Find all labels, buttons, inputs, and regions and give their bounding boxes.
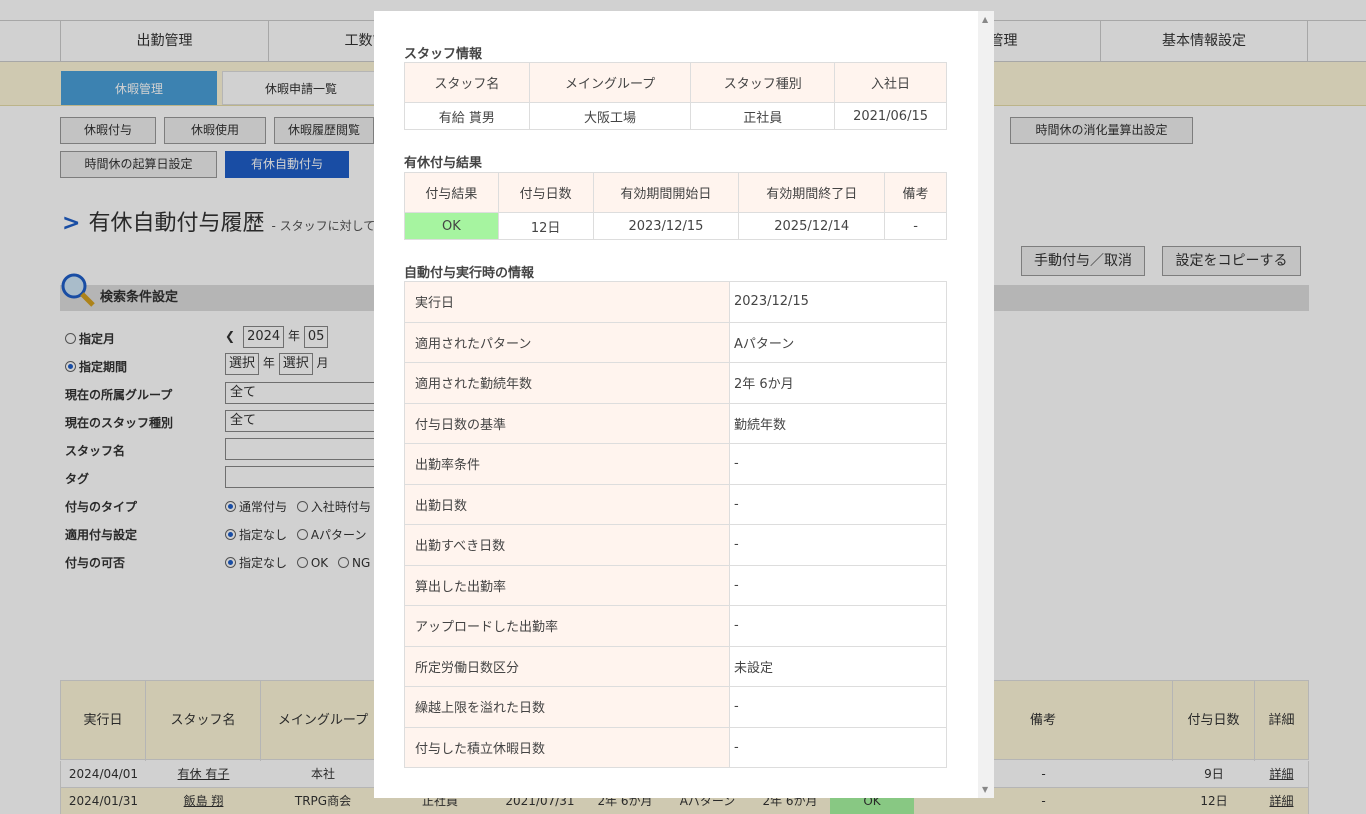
scroll-up-icon[interactable]: ▲ xyxy=(982,15,988,24)
info-key: 適用されたパターン xyxy=(404,321,730,363)
result-header-end: 有効期間終了日 xyxy=(738,172,886,213)
result-header-note: 備考 xyxy=(884,172,947,213)
info-value: 勤続年数 xyxy=(729,402,947,444)
info-value: - xyxy=(729,524,947,566)
info-value: - xyxy=(729,483,947,525)
info-key: アップロードした出勤率 xyxy=(404,605,730,647)
result-end: 2025/12/14 xyxy=(738,212,886,240)
exec-info-table: 実行日 2023/12/15 適用されたパターン Aパターン 適用された勤続年数 2年… xyxy=(404,281,947,768)
result-days: 12日 xyxy=(497,212,594,240)
result-start: 2023/12/15 xyxy=(592,212,740,240)
info-value: - xyxy=(729,605,947,647)
staff-header-name: スタッフ名 xyxy=(404,62,530,103)
info-key: 付与した積立休暇日数 xyxy=(404,726,730,768)
info-key: 付与日数の基準 xyxy=(404,402,730,444)
info-key: 出勤率条件 xyxy=(404,443,730,485)
info-value: - xyxy=(729,564,947,606)
staff-header-group: メイングループ xyxy=(528,62,692,103)
staff-type: 正社員 xyxy=(690,102,836,130)
info-value: - xyxy=(729,686,947,728)
staff-group: 大阪工場 xyxy=(528,102,692,130)
staff-header-joined: 入社日 xyxy=(834,62,947,103)
info-value: 2023/12/15 xyxy=(729,281,947,323)
info-key: 算出した出勤率 xyxy=(404,564,730,606)
info-value: - xyxy=(729,443,947,485)
grant-result-table: 付与結果 付与日数 有効期間開始日 有効期間終了日 備考 OK 12日 2023… xyxy=(404,172,947,240)
modal-scrollbar[interactable]: ▲ ▼ xyxy=(978,11,994,798)
result-header-result: 付与結果 xyxy=(404,172,499,213)
staff-name: 有給 貰男 xyxy=(404,102,530,130)
info-key: 繰越上限を溢れた日数 xyxy=(404,686,730,728)
result-note: - xyxy=(884,212,947,240)
result-status-badge: OK xyxy=(404,212,499,240)
info-key: 実行日 xyxy=(404,281,730,323)
info-key: 出勤すべき日数 xyxy=(404,524,730,566)
staff-joined: 2021/06/15 xyxy=(834,102,947,130)
info-value: 2年 6か月 xyxy=(729,362,947,404)
detail-modal: ▲ ▼ スタッフ情報 スタッフ名 メイングループ スタッフ種別 入社日 有給 貰… xyxy=(374,11,994,798)
staff-info-table: スタッフ名 メイングループ スタッフ種別 入社日 有給 貰男 大阪工場 正社員 … xyxy=(404,62,947,130)
result-header-start: 有効期間開始日 xyxy=(592,172,740,213)
staff-info-title: スタッフ情報 xyxy=(404,47,483,62)
exec-info-title: 自動付与実行時の情報 xyxy=(404,266,535,281)
info-key: 適用された勤続年数 xyxy=(404,362,730,404)
grant-result-title: 有休付与結果 xyxy=(404,156,483,171)
scroll-down-icon[interactable]: ▼ xyxy=(982,785,988,794)
info-value: Aパターン xyxy=(729,321,947,363)
info-value: 未設定 xyxy=(729,645,947,687)
result-header-days: 付与日数 xyxy=(497,172,594,213)
info-value: - xyxy=(729,726,947,768)
info-key: 出勤日数 xyxy=(404,483,730,525)
staff-header-type: スタッフ種別 xyxy=(690,62,836,103)
info-key: 所定労働日数区分 xyxy=(404,645,730,687)
